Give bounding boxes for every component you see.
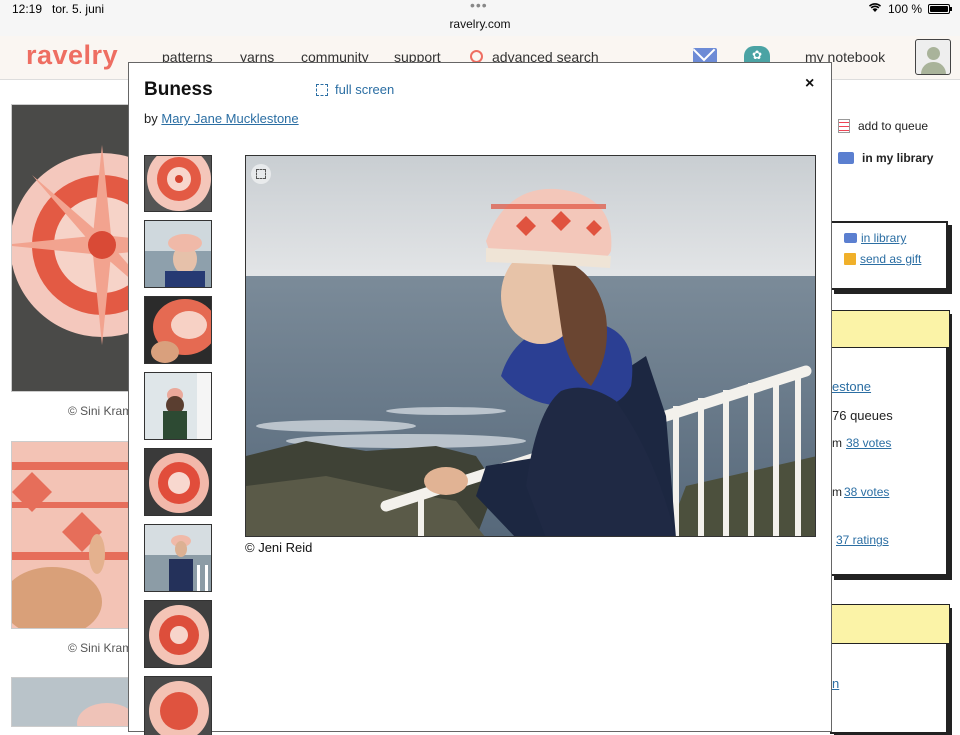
library-box: in library send as gift <box>830 221 948 290</box>
queue-icon <box>838 119 850 133</box>
battery-label: 100 % <box>887 2 922 16</box>
ratings-link[interactable]: 37 ratings <box>836 533 889 547</box>
thumbnail-5[interactable] <box>144 448 212 516</box>
wifi-icon <box>868 2 882 16</box>
author-link[interactable]: Mary Jane Mucklestone <box>161 111 298 126</box>
thumbnail-strip <box>144 155 214 735</box>
status-bar: 12:19 tor. 5. juni ••• ravelry.com 100 % <box>0 0 960 36</box>
votes-link-2[interactable]: 38 votes <box>844 485 889 499</box>
thumbnail-8[interactable] <box>144 676 212 735</box>
library-icon <box>844 233 857 243</box>
add-to-queue-button[interactable]: add to queue <box>838 119 928 133</box>
background-credit-1: © Sini Kram <box>68 404 133 418</box>
thumbnail-7[interactable] <box>144 600 212 668</box>
close-icon[interactable]: × <box>805 75 814 93</box>
status-time: 12:19 tor. 5. juni <box>12 2 105 16</box>
secondary-box-header <box>830 604 950 644</box>
votes-link-1[interactable]: 38 votes <box>846 436 891 450</box>
secondary-link[interactable]: n <box>832 676 839 691</box>
library-icon <box>838 152 854 164</box>
thumbnail-6[interactable] <box>144 524 212 592</box>
thumbnail-1[interactable] <box>144 155 212 212</box>
gift-icon <box>844 253 856 265</box>
full-screen-button[interactable]: full screen <box>316 82 394 97</box>
battery-icon <box>928 4 952 14</box>
designer-link[interactable]: estone <box>832 379 871 394</box>
more-dots-icon[interactable]: ••• <box>470 0 488 13</box>
photo-credit: © Jeni Reid <box>245 540 313 555</box>
info-box-header <box>830 310 950 348</box>
pattern-info-box: estone 76 queues m 38 votes m 38 votes 3… <box>830 310 950 576</box>
stat-label-2: m <box>832 485 842 499</box>
status-right: 100 % <box>868 2 952 16</box>
address-bar[interactable]: ravelry.com <box>0 17 960 31</box>
ravelry-logo[interactable]: ravelry <box>26 40 118 71</box>
background-credit-2: © Sini Kram <box>68 641 133 655</box>
photo-modal: Buness full screen × by Mary Jane Muckle… <box>128 62 832 735</box>
thumbnail-4[interactable] <box>144 372 212 440</box>
thumbnail-2[interactable] <box>144 220 212 288</box>
in-my-library-button[interactable]: in my library <box>838 151 933 165</box>
thumbnail-3[interactable] <box>144 296 212 364</box>
main-photo[interactable] <box>245 155 816 537</box>
expand-icon[interactable] <box>251 164 271 184</box>
background-photo-2 <box>11 441 129 629</box>
in-library-link[interactable]: in library <box>844 231 906 245</box>
stat-label-1: m <box>832 436 842 450</box>
secondary-box: n <box>830 604 950 734</box>
pattern-title: Buness <box>144 79 213 100</box>
avatar[interactable] <box>915 39 951 75</box>
background-photo-1 <box>11 104 129 392</box>
queues-count: 76 queues <box>832 408 893 423</box>
fullscreen-icon <box>316 83 328 96</box>
send-as-gift-link[interactable]: send as gift <box>844 252 921 266</box>
byline: by Mary Jane Mucklestone <box>144 111 299 126</box>
